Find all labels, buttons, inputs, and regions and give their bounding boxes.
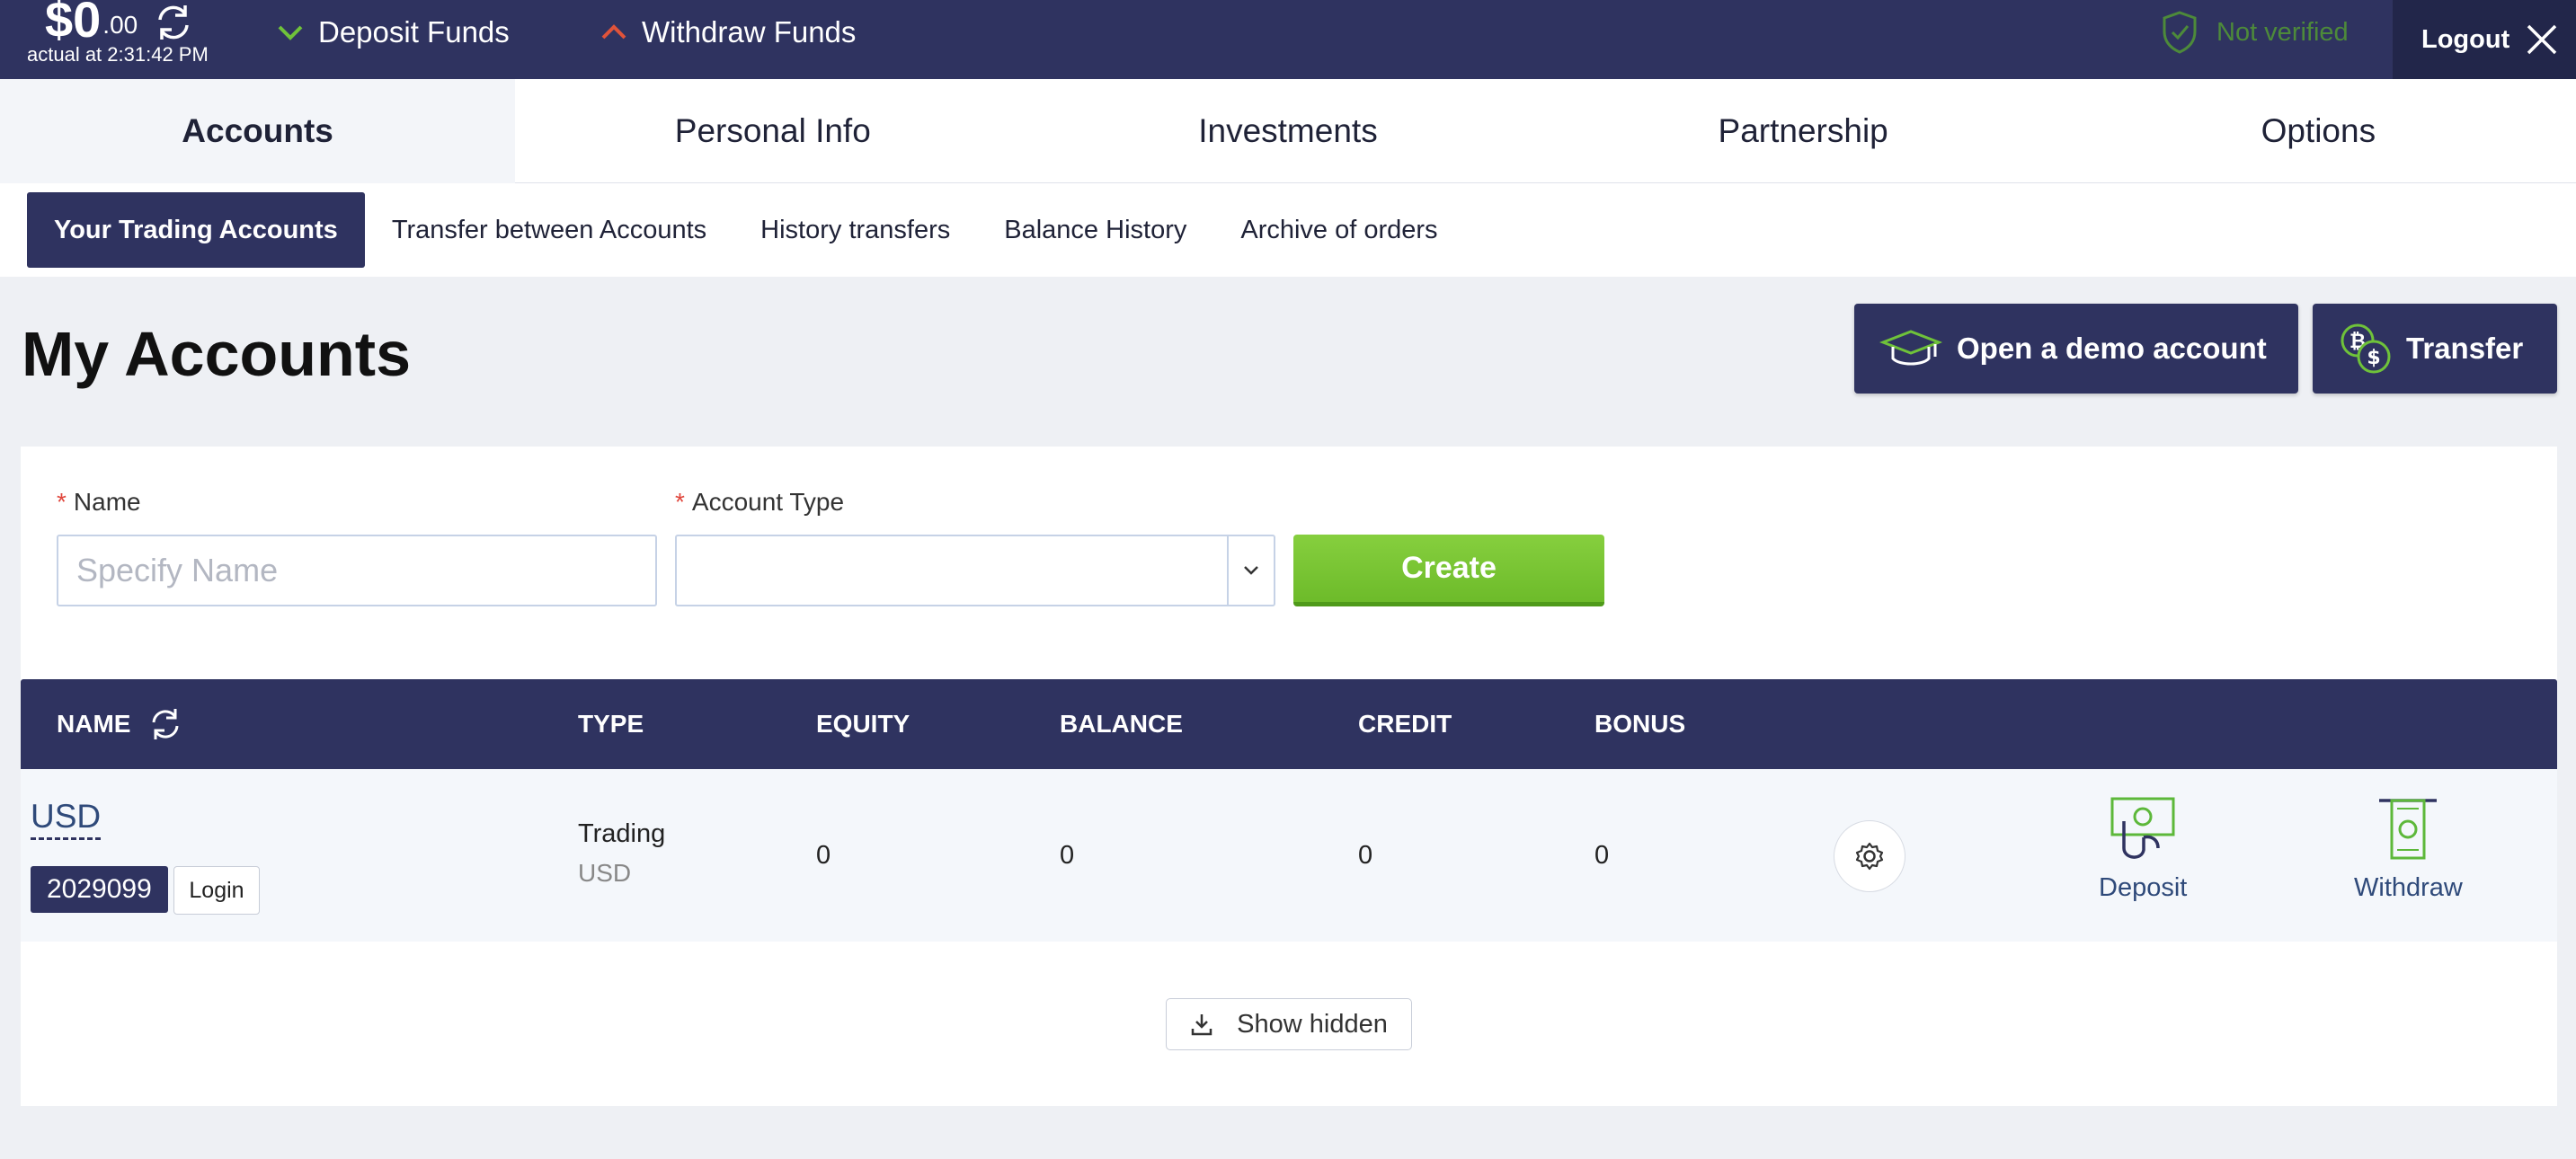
tab-accounts[interactable]: Accounts [0, 79, 516, 183]
shield-check-icon [2163, 11, 2197, 54]
chevron-down-icon [278, 25, 303, 40]
refresh-balance-icon[interactable] [151, 0, 196, 45]
account-type: Trading [578, 819, 666, 848]
subtab-history-transfers[interactable]: History transfers [733, 192, 977, 268]
show-hidden-button[interactable]: Show hidden [1166, 998, 1412, 1050]
account-settings-button[interactable] [1834, 820, 1905, 892]
account-number-badge: 2029099 [31, 866, 168, 913]
transfer-button[interactable]: ₿ $ Transfer [2313, 304, 2557, 394]
account-type-label: * Account Type [675, 488, 845, 516]
create-button[interactable]: Create [1293, 535, 1604, 606]
subtab-your-trading-accounts[interactable]: Your Trading Accounts [27, 192, 365, 268]
gear-icon [1855, 842, 1884, 871]
subtab-archive-of-orders[interactable]: Archive of orders [1213, 192, 1464, 268]
equity-value: 0 [816, 841, 831, 870]
tab-options[interactable]: Options [2061, 79, 2576, 183]
withdraw-funds-link[interactable]: Withdraw Funds [600, 14, 856, 50]
login-button[interactable]: Login [173, 866, 260, 915]
logout-button[interactable]: Logout [2393, 0, 2576, 79]
show-hidden-label: Show hidden [1237, 1009, 1388, 1039]
verification-label: Not verified [2216, 17, 2349, 47]
account-type-select[interactable] [675, 535, 1275, 606]
account-currency: USD [578, 859, 632, 887]
accounts-card: *Name *Account Type Create NAME TYPE EQU… [21, 447, 2557, 1106]
column-name: NAME [57, 679, 184, 769]
balance-cents: .00 [102, 11, 138, 39]
chevron-up-icon [601, 24, 626, 40]
deposit-label: Deposit [2099, 873, 2188, 902]
column-bonus: BONUS [1594, 710, 1686, 738]
column-equity: EQUITY [816, 710, 910, 738]
transfer-label: Transfer [2406, 332, 2524, 365]
tab-personal-info[interactable]: Personal Info [515, 79, 1030, 183]
table-row: USD 2029099 Login Trading USD 0 0 0 0 De… [21, 769, 2557, 942]
name-input[interactable] [57, 535, 657, 606]
close-icon [2527, 24, 2557, 55]
withdraw-button[interactable]: Withdraw [2354, 796, 2463, 903]
account-name-link[interactable]: USD [31, 798, 102, 840]
page-title: My Accounts [22, 319, 412, 389]
verification-status[interactable]: Not verified [2161, 9, 2349, 56]
column-type: TYPE [578, 710, 644, 738]
deposit-funds-link[interactable]: Deposit Funds [277, 14, 510, 50]
top-bar: $0.00 actual at 2:31:42 PM Deposit Funds… [0, 0, 2576, 79]
credit-value: 0 [1358, 841, 1373, 870]
refresh-icon[interactable] [147, 705, 184, 743]
main-navigation: Accounts Personal Info Investments Partn… [0, 79, 2576, 183]
svg-text:$: $ [2367, 347, 2380, 369]
crypto-dollar-icon: ₿$ [2341, 323, 2391, 374]
cash-deposit-icon [2110, 797, 2175, 859]
tab-partnership[interactable]: Partnership [1546, 79, 2061, 183]
bonus-value: 0 [1594, 841, 1610, 870]
cash-withdraw-icon [2379, 799, 2438, 860]
column-credit: CREDIT [1358, 710, 1452, 738]
deposit-funds-label: Deposit Funds [318, 15, 510, 49]
column-balance: BALANCE [1060, 710, 1183, 738]
download-icon [1191, 1014, 1212, 1036]
tab-investments[interactable]: Investments [1030, 79, 1545, 183]
account-balance: $0.00 [45, 0, 138, 47]
withdraw-funds-label: Withdraw Funds [642, 15, 857, 49]
balance-main: $0 [45, 0, 102, 48]
sub-navigation: Your Trading Accounts Transfer between A… [0, 183, 2576, 277]
graduation-cap-icon [1879, 330, 1942, 366]
deposit-button[interactable]: Deposit [2099, 796, 2187, 903]
logout-label: Logout [2421, 24, 2510, 54]
name-label: * Name [57, 488, 141, 516]
accounts-table-header: NAME TYPE EQUITY BALANCE CREDIT BONUS [21, 679, 2557, 769]
subtab-transfer-between-accounts[interactable]: Transfer between Accounts [365, 192, 733, 268]
open-demo-account-button[interactable]: Open a demo account [1854, 304, 2298, 394]
balance-updated-time: actual at 2:31:42 PM [27, 43, 209, 66]
balance-value: 0 [1060, 841, 1075, 870]
subtab-balance-history[interactable]: Balance History [977, 192, 1213, 268]
chevron-down-icon[interactable] [1227, 536, 1274, 605]
withdraw-label: Withdraw [2354, 873, 2463, 902]
open-demo-account-label: Open a demo account [1957, 332, 2267, 365]
